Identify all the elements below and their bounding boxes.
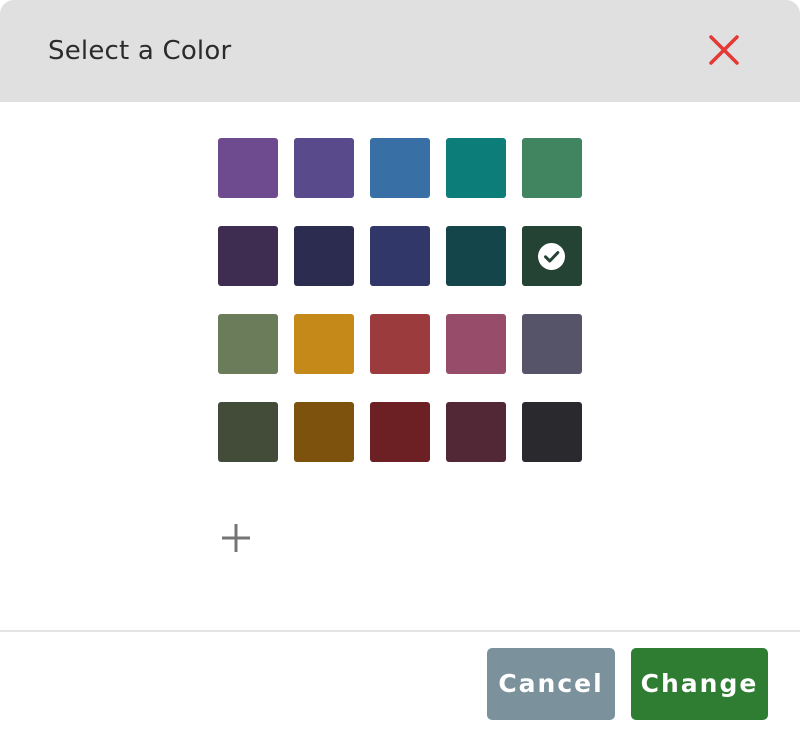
color-swatch[interactable]: [522, 138, 582, 198]
check-circle-icon: [538, 243, 565, 270]
plus-icon: [222, 524, 250, 552]
color-swatch[interactable]: [370, 138, 430, 198]
color-swatch-selected[interactable]: [522, 226, 582, 286]
footer-divider: [0, 630, 800, 632]
color-swatch[interactable]: [522, 402, 582, 462]
color-swatch[interactable]: [370, 402, 430, 462]
cancel-button[interactable]: Cancel: [487, 648, 615, 720]
color-swatch[interactable]: [446, 138, 506, 198]
color-swatch[interactable]: [218, 314, 278, 374]
color-swatch[interactable]: [294, 226, 354, 286]
color-picker-dialog: Select a Color Cancel Change: [0, 0, 800, 736]
color-swatch[interactable]: [370, 314, 430, 374]
color-swatch[interactable]: [218, 402, 278, 462]
color-swatch[interactable]: [218, 138, 278, 198]
color-swatch-grid: [218, 138, 582, 462]
color-swatch[interactable]: [218, 226, 278, 286]
color-swatch[interactable]: [294, 402, 354, 462]
dialog-title: Select a Color: [48, 36, 232, 66]
color-swatch[interactable]: [446, 226, 506, 286]
add-color-button[interactable]: [218, 520, 254, 556]
color-swatch[interactable]: [294, 138, 354, 198]
close-icon: [709, 35, 739, 65]
close-button[interactable]: [704, 30, 744, 70]
color-swatch[interactable]: [446, 402, 506, 462]
change-button[interactable]: Change: [631, 648, 768, 720]
color-swatch[interactable]: [294, 314, 354, 374]
color-swatch[interactable]: [446, 314, 506, 374]
dialog-header: Select a Color: [0, 0, 800, 102]
color-swatch[interactable]: [370, 226, 430, 286]
color-swatch[interactable]: [522, 314, 582, 374]
